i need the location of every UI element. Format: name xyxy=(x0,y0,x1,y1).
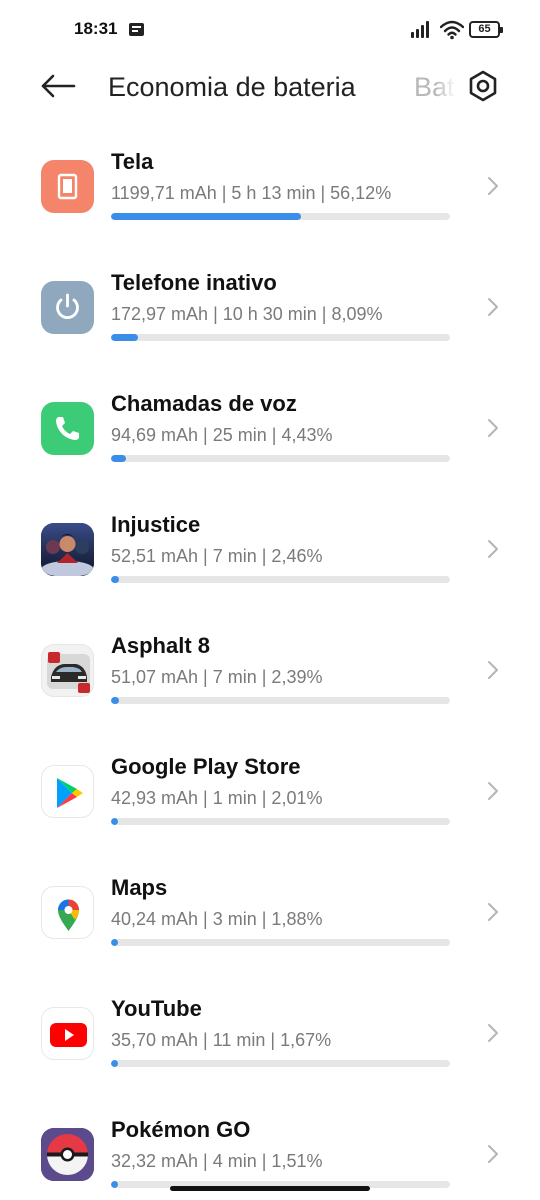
gear-icon[interactable] xyxy=(466,69,500,103)
tab-next[interactable]: Bat xyxy=(408,68,456,108)
usage-bar xyxy=(111,939,450,946)
item-name: Tela xyxy=(111,149,154,174)
message-icon xyxy=(129,23,144,36)
item-name: Telefone inativo xyxy=(111,270,277,295)
list-item[interactable]: Telefone inativo 172,97 mAh | 10 h 30 mi… xyxy=(0,248,540,369)
arrow-left-icon[interactable] xyxy=(38,70,78,102)
usage-bar xyxy=(111,1060,450,1067)
usage-bar-fill xyxy=(111,334,139,341)
chevron-right-icon xyxy=(488,1024,498,1042)
chevron-right-icon xyxy=(488,661,498,679)
chevron-right-icon xyxy=(488,782,498,800)
maps-icon xyxy=(41,886,94,939)
usage-bar xyxy=(111,576,450,583)
chevron-right-icon xyxy=(488,903,498,921)
asphalt-app-icon xyxy=(41,644,94,697)
item-name: Google Play Store xyxy=(111,754,301,779)
item-name: Chamadas de voz xyxy=(111,391,297,416)
item-detail: 52,51 mAh | 7 min | 2,46% xyxy=(111,546,323,566)
chevron-right-icon xyxy=(488,1145,498,1163)
item-detail: 40,24 mAh | 3 min | 1,88% xyxy=(111,909,323,929)
battery-icon: 65 xyxy=(469,21,503,38)
injustice-app-icon xyxy=(41,523,94,576)
usage-bar xyxy=(111,455,450,462)
signal-icon xyxy=(411,21,433,38)
item-detail: 35,70 mAh | 11 min | 1,67% xyxy=(111,1030,332,1050)
list-item[interactable]: Maps 40,24 mAh | 3 min | 1,88% xyxy=(0,853,540,974)
usage-bar-fill xyxy=(111,576,120,583)
pokemon-go-icon xyxy=(41,1128,94,1181)
chevron-right-icon xyxy=(488,177,498,195)
usage-bar-fill xyxy=(111,1181,118,1188)
item-detail: 1199,71 mAh | 5 h 13 min | 56,12% xyxy=(111,183,392,203)
chevron-right-icon xyxy=(488,419,498,437)
item-name: Asphalt 8 xyxy=(111,633,211,658)
list-item[interactable]: Asphalt 8 51,07 mAh | 7 min | 2,39% xyxy=(0,611,540,732)
list-item[interactable]: Google Play Store 42,93 mAh | 1 min | 2,… xyxy=(0,732,540,853)
usage-bar-fill xyxy=(111,213,302,220)
list-item[interactable]: YouTube 35,70 mAh | 11 min | 1,67% xyxy=(0,974,540,1095)
list-item[interactable]: Pokémon GO 32,32 mAh | 4 min | 1,51% xyxy=(0,1095,540,1200)
item-name: Maps xyxy=(111,875,168,900)
app-bar: Economia de bateria Bat xyxy=(0,60,540,120)
screen-icon xyxy=(41,160,94,213)
usage-bar-fill xyxy=(111,1060,118,1067)
usage-bar xyxy=(111,213,450,220)
item-name: Pokémon GO xyxy=(111,1117,251,1142)
home-indicator xyxy=(170,1186,370,1191)
usage-bar xyxy=(111,334,450,341)
chevron-right-icon xyxy=(488,540,498,558)
item-detail: 42,93 mAh | 1 min | 2,01% xyxy=(111,788,323,808)
item-name: Injustice xyxy=(111,512,201,537)
item-name: YouTube xyxy=(111,996,202,1021)
phone-icon xyxy=(41,402,94,455)
status-bar: 18:31 65 xyxy=(0,0,540,60)
usage-bar-fill xyxy=(111,818,118,825)
battery-usage-list: Tela 1199,71 mAh | 5 h 13 min | 56,12% T… xyxy=(0,127,540,1200)
status-time: 18:31 xyxy=(74,19,118,38)
list-item[interactable]: Injustice 52,51 mAh | 7 min | 2,46% xyxy=(0,490,540,611)
chevron-right-icon xyxy=(488,298,498,316)
usage-bar xyxy=(111,818,450,825)
wifi-icon xyxy=(440,20,464,40)
youtube-icon xyxy=(41,1007,94,1060)
item-detail: 51,07 mAh | 7 min | 2,39% xyxy=(111,667,323,687)
list-item[interactable]: Chamadas de voz 94,69 mAh | 25 min | 4,4… xyxy=(0,369,540,490)
usage-bar xyxy=(111,697,450,704)
item-detail: 172,97 mAh | 10 h 30 min | 8,09% xyxy=(111,304,383,324)
play-store-icon xyxy=(41,765,94,818)
usage-bar-fill xyxy=(111,939,118,946)
usage-bar-fill xyxy=(111,455,127,462)
power-icon xyxy=(41,281,94,334)
item-detail: 32,32 mAh | 4 min | 1,51% xyxy=(111,1151,323,1171)
list-item[interactable]: Tela 1199,71 mAh | 5 h 13 min | 56,12% xyxy=(0,127,540,248)
page-title: Economia de bateria xyxy=(108,72,356,102)
usage-bar-fill xyxy=(111,697,120,704)
item-detail: 94,69 mAh | 25 min | 4,43% xyxy=(111,425,333,445)
